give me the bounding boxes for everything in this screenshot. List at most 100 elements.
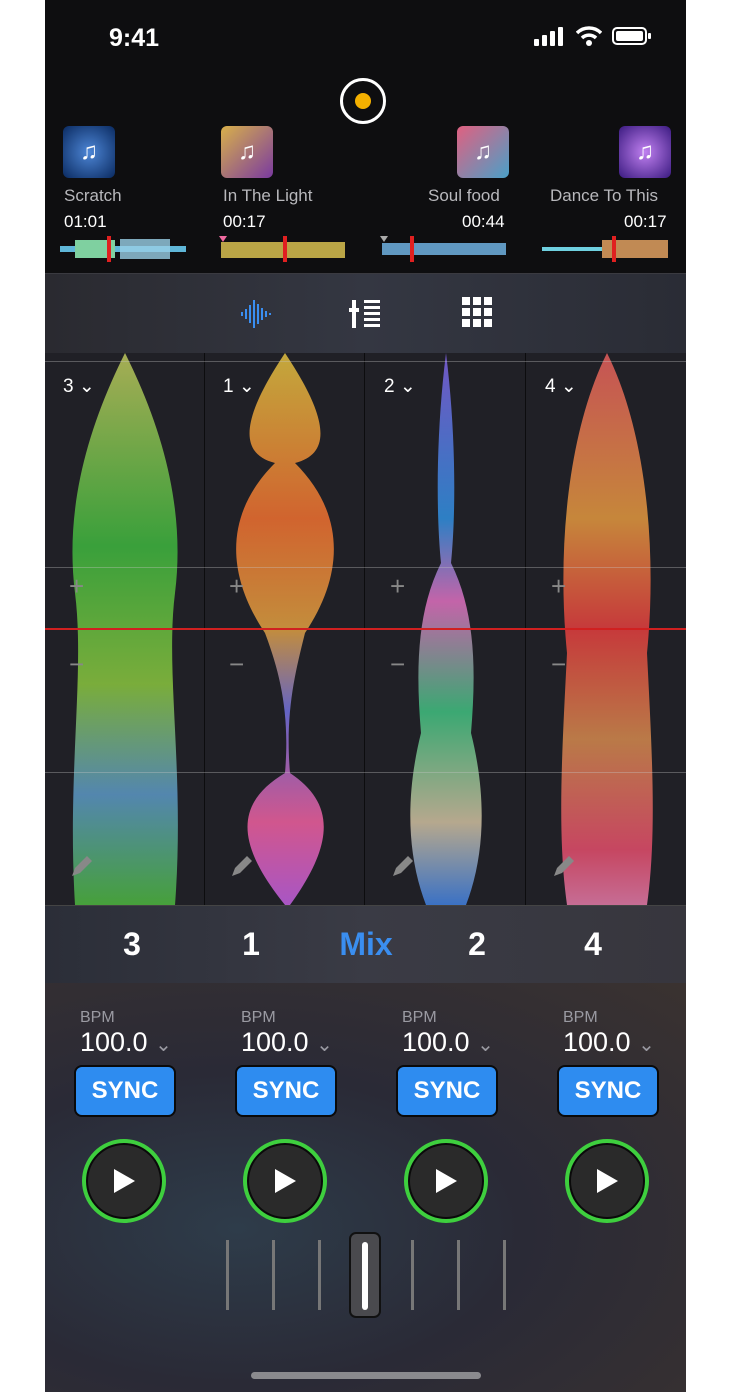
status-icons bbox=[534, 26, 652, 46]
crossfader-knob[interactable] bbox=[349, 1232, 381, 1318]
zoom-in-button[interactable]: + bbox=[390, 571, 405, 602]
album-cover: ♫ bbox=[619, 126, 671, 178]
track-header: 9:41 ♫ Scratch 01:01 ♫ In The Light 00:1… bbox=[45, 0, 686, 273]
play-icon bbox=[436, 1169, 457, 1193]
deck-number[interactable]: 3 ⌄ bbox=[63, 375, 95, 398]
zoom-in-button[interactable]: + bbox=[551, 571, 566, 602]
deck-number-text: 2 bbox=[384, 376, 395, 397]
deck-number-text: 3 bbox=[63, 376, 74, 397]
chevron-down-icon: ⌄ bbox=[638, 1034, 655, 1056]
play-button[interactable] bbox=[404, 1139, 488, 1223]
mix-tab[interactable]: Mix bbox=[321, 926, 411, 963]
sync-button[interactable]: SYNC bbox=[235, 1065, 337, 1117]
track-overview-waveform[interactable] bbox=[60, 236, 186, 262]
play-button[interactable] bbox=[243, 1139, 327, 1223]
pencil-icon[interactable] bbox=[69, 853, 95, 879]
view-tab-bar bbox=[45, 273, 686, 354]
bpm-value: 100.0 bbox=[80, 1027, 148, 1057]
track-time: 01:01 bbox=[64, 212, 107, 231]
zoom-out-button[interactable]: − bbox=[551, 649, 566, 680]
bpm-label: BPM bbox=[241, 1009, 276, 1026]
fader-tick bbox=[411, 1240, 414, 1310]
beat-grid-line bbox=[45, 361, 686, 362]
deck-number-text: 4 bbox=[545, 376, 556, 397]
sync-button[interactable]: SYNC bbox=[74, 1065, 176, 1117]
deck-tab-3[interactable]: 3 bbox=[102, 926, 162, 963]
play-button[interactable] bbox=[82, 1139, 166, 1223]
chevron-down-icon: ⌄ bbox=[477, 1034, 494, 1056]
music-note-icon: ♫ bbox=[474, 138, 492, 165]
track-overview-waveform[interactable] bbox=[542, 236, 668, 262]
bpm-label: BPM bbox=[563, 1009, 598, 1026]
zoom-out-button[interactable]: − bbox=[229, 649, 244, 680]
bpm-value: 100.0 bbox=[402, 1027, 470, 1057]
play-icon bbox=[114, 1169, 135, 1193]
album-cover: ♫ bbox=[221, 126, 273, 178]
deck-tab-1[interactable]: 1 bbox=[221, 926, 281, 963]
zoom-out-button[interactable]: − bbox=[69, 649, 84, 680]
deck-number[interactable]: 1 ⌄ bbox=[223, 375, 255, 398]
track-time: 00:17 bbox=[624, 212, 667, 231]
chevron-down-icon: ⌄ bbox=[316, 1034, 333, 1056]
track-time: 00:44 bbox=[462, 212, 505, 231]
sync-button[interactable]: SYNC bbox=[396, 1065, 498, 1117]
music-note-icon: ♫ bbox=[238, 138, 256, 165]
waveform-area[interactable]: 3 ⌄ + − 1 ⌄ + − 2 ⌄ + − 4 ⌄ + − bbox=[45, 353, 686, 905]
home-indicator[interactable] bbox=[251, 1372, 481, 1379]
pencil-icon[interactable] bbox=[229, 853, 255, 879]
zoom-out-button[interactable]: − bbox=[390, 649, 405, 680]
pencil-icon[interactable] bbox=[390, 853, 416, 879]
bpm-label: BPM bbox=[402, 1009, 437, 1026]
pads-grid-icon[interactable] bbox=[461, 296, 493, 328]
bpm-label: BPM bbox=[80, 1009, 115, 1026]
deck-tab-2[interactable]: 2 bbox=[447, 926, 507, 963]
play-icon bbox=[597, 1169, 618, 1193]
waveform-icon[interactable] bbox=[239, 296, 275, 332]
status-time: 9:41 bbox=[109, 24, 160, 52]
deck-number[interactable]: 2 ⌄ bbox=[384, 375, 416, 398]
bpm-selector[interactable]: 100.0 ⌄ bbox=[241, 1027, 333, 1058]
mixer-icon[interactable] bbox=[348, 296, 384, 332]
zoom-in-button[interactable]: + bbox=[229, 571, 244, 602]
bpm-value: 100.0 bbox=[241, 1027, 309, 1057]
fader-tick bbox=[272, 1240, 275, 1310]
signal-icon bbox=[534, 27, 563, 46]
track-overview-waveform[interactable] bbox=[219, 236, 345, 262]
track-time: 00:17 bbox=[223, 212, 266, 231]
bpm-value: 100.0 bbox=[563, 1027, 631, 1057]
music-note-icon: ♫ bbox=[80, 138, 98, 165]
music-note-icon: ♫ bbox=[636, 138, 654, 165]
crossfader-knob-line bbox=[362, 1242, 368, 1310]
bpm-selector[interactable]: 100.0 ⌄ bbox=[563, 1027, 655, 1058]
record-dot bbox=[355, 93, 371, 109]
track-title: Scratch bbox=[64, 186, 122, 205]
track-title: Soul food bbox=[428, 186, 500, 205]
deck-tab-4[interactable]: 4 bbox=[563, 926, 623, 963]
pencil-icon[interactable] bbox=[551, 853, 577, 879]
beat-grid-line bbox=[45, 772, 686, 773]
wifi-icon bbox=[576, 26, 602, 46]
deck-selector-bar: 3 1 Mix 2 4 bbox=[45, 905, 686, 985]
play-icon bbox=[275, 1169, 296, 1193]
record-button[interactable] bbox=[340, 78, 386, 124]
album-cover: ♫ bbox=[63, 126, 115, 178]
deck-number-text: 1 bbox=[223, 376, 234, 397]
deck-controls: BPM 100.0 ⌄ SYNC BPM 100.0 ⌄ SYNC BPM 10… bbox=[45, 983, 686, 1392]
fader-tick bbox=[318, 1240, 321, 1310]
zoom-in-button[interactable]: + bbox=[69, 571, 84, 602]
playhead-line bbox=[45, 628, 686, 630]
track-overview-waveform[interactable] bbox=[380, 236, 506, 262]
track-title: In The Light bbox=[223, 186, 313, 205]
album-cover: ♫ bbox=[457, 126, 509, 178]
track-title: Dance To This bbox=[550, 186, 659, 205]
play-button[interactable] bbox=[565, 1139, 649, 1223]
fader-tick bbox=[503, 1240, 506, 1310]
bpm-selector[interactable]: 100.0 ⌄ bbox=[80, 1027, 172, 1058]
bpm-selector[interactable]: 100.0 ⌄ bbox=[402, 1027, 494, 1058]
sync-button[interactable]: SYNC bbox=[557, 1065, 659, 1117]
fader-tick bbox=[457, 1240, 460, 1310]
chevron-down-icon: ⌄ bbox=[155, 1034, 172, 1056]
fader-tick bbox=[226, 1240, 229, 1310]
beat-grid-line bbox=[45, 567, 686, 568]
deck-number[interactable]: 4 ⌄ bbox=[545, 375, 577, 398]
